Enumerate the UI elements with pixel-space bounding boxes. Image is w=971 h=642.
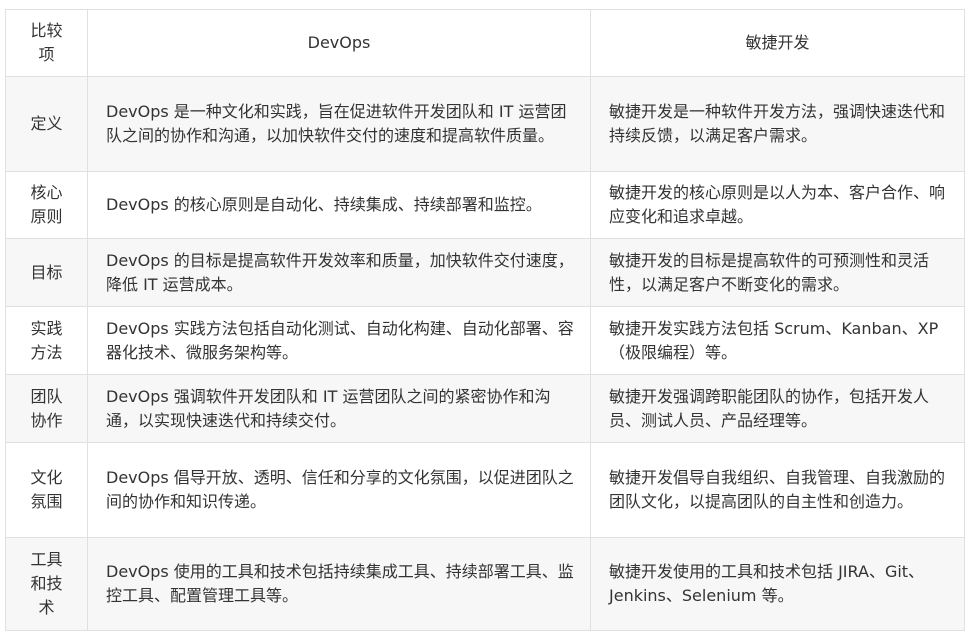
agile-cell: 敏捷开发的核心原则是以人为本、客户合作、响应变化和追求卓越。	[590, 171, 965, 239]
table-row: 实践方法 DevOps 实践方法包括自动化测试、自动化构建、自动化部署、容器化技…	[5, 306, 965, 375]
table-row: 团队协作 DevOps 强调软件开发团队和 IT 运营团队之间的紧密协作和沟通，…	[5, 374, 965, 443]
header-agile: 敏捷开发	[590, 9, 965, 77]
agile-cell: 敏捷开发的目标是提高软件的可预测性和灵活性，以满足客户不断变化的需求。	[590, 238, 965, 307]
devops-cell: DevOps 倡导开放、透明、信任和分享的文化氛围，以促进团队之间的协作和知识传…	[87, 442, 591, 538]
table-row: 文化氛围 DevOps 倡导开放、透明、信任和分享的文化氛围，以促进团队之间的协…	[5, 442, 965, 538]
devops-cell: DevOps 强调软件开发团队和 IT 运营团队之间的紧密协作和沟通，以实现快速…	[87, 374, 591, 443]
row-label: 定义	[5, 76, 88, 172]
devops-cell: DevOps 实践方法包括自动化测试、自动化构建、自动化部署、容器化技术、微服务…	[87, 306, 591, 375]
agile-cell: 敏捷开发是一种软件开发方法，强调快速迭代和持续反馈，以满足客户需求。	[590, 76, 965, 172]
header-devops: DevOps	[87, 9, 591, 77]
table-row: 目标 DevOps 的目标是提高软件开发效率和质量，加快软件交付速度，降低 IT…	[5, 238, 965, 307]
devops-cell: DevOps 使用的工具和技术包括持续集成工具、持续部署工具、监控工具、配置管理…	[87, 537, 591, 631]
table-row: 核心原则 DevOps 的核心原则是自动化、持续集成、持续部署和监控。 敏捷开发…	[5, 171, 965, 239]
agile-cell: 敏捷开发实践方法包括 Scrum、Kanban、XP（极限编程）等。	[590, 306, 965, 375]
table-row: 定义 DevOps 是一种文化和实践，旨在促进软件开发团队和 IT 运营团队之间…	[5, 76, 965, 172]
row-label: 目标	[5, 238, 88, 307]
table-header-row: 比较项 DevOps 敏捷开发	[5, 9, 965, 77]
agile-cell: 敏捷开发强调跨职能团队的协作，包括开发人员、测试人员、产品经理等。	[590, 374, 965, 443]
agile-cell: 敏捷开发使用的工具和技术包括 JIRA、Git、Jenkins、Selenium…	[590, 537, 965, 631]
row-label: 核心原则	[5, 171, 88, 239]
agile-cell: 敏捷开发倡导自我组织、自我管理、自我激励的团队文化，以提高团队的自主性和创造力。	[590, 442, 965, 538]
devops-cell: DevOps 的核心原则是自动化、持续集成、持续部署和监控。	[87, 171, 591, 239]
comparison-table: 比较项 DevOps 敏捷开发 定义 DevOps 是一种文化和实践，旨在促进软…	[5, 9, 965, 631]
row-label: 实践方法	[5, 306, 88, 375]
row-label: 团队协作	[5, 374, 88, 443]
devops-cell: DevOps 的目标是提高软件开发效率和质量，加快软件交付速度，降低 IT 运营…	[87, 238, 591, 307]
header-compare-item: 比较项	[5, 9, 88, 77]
row-label: 文化氛围	[5, 442, 88, 538]
row-label: 工具和技术	[5, 537, 88, 631]
devops-cell: DevOps 是一种文化和实践，旨在促进软件开发团队和 IT 运营团队之间的协作…	[87, 76, 591, 172]
table-row: 工具和技术 DevOps 使用的工具和技术包括持续集成工具、持续部署工具、监控工…	[5, 537, 965, 631]
